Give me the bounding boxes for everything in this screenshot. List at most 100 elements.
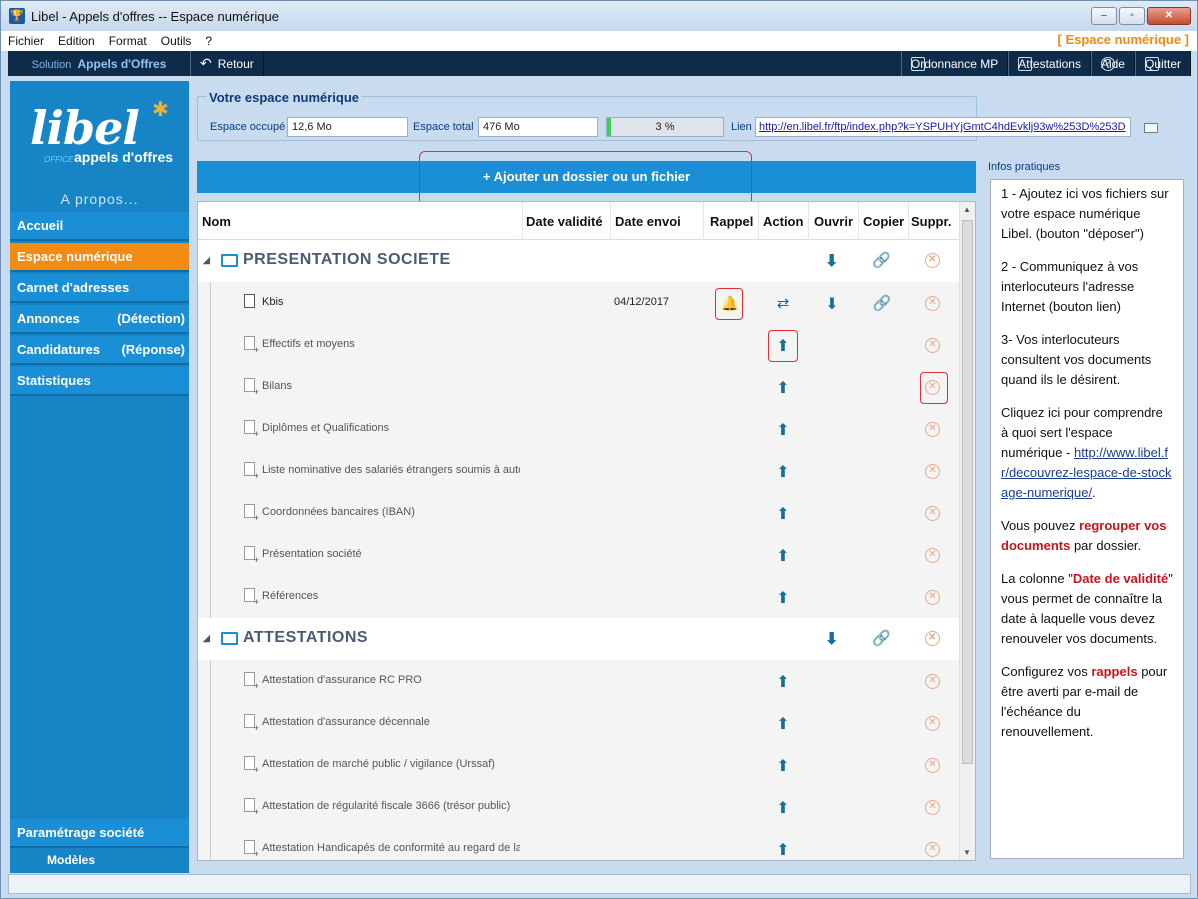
- menu-outils[interactable]: Outils: [154, 34, 199, 48]
- upload-icon[interactable]: ⬆: [773, 588, 793, 608]
- table-row[interactable]: Liste nominative des salariés étrangers …: [198, 450, 960, 492]
- nav-modeles[interactable]: Modèles: [10, 848, 189, 873]
- logo-office: OFFICE: [44, 155, 74, 164]
- nav-candidatures[interactable]: Candidatures (Réponse): [10, 336, 189, 365]
- nav-annonces[interactable]: Annonces (Détection): [10, 305, 189, 334]
- delete-icon[interactable]: ✕: [925, 338, 940, 353]
- scroll-down-icon[interactable]: ▼: [963, 848, 971, 857]
- collapse-icon[interactable]: ◢: [203, 255, 210, 266]
- nav-espace-numerique[interactable]: Espace numérique: [10, 243, 189, 272]
- occupe-field[interactable]: 12,6 Mo: [287, 117, 408, 137]
- delete-icon[interactable]: ✕: [925, 253, 940, 268]
- col-ouvrir[interactable]: Ouvrir: [814, 214, 853, 229]
- printer-icon: [1018, 56, 1033, 71]
- table-row[interactable]: Attestation d'assurance RC PRO ⬆ ✕: [198, 660, 960, 702]
- info-step-2: 2 - Communiquez à vos interlocuteurs l'a…: [1001, 259, 1139, 314]
- quitter-button[interactable]: Quitter: [1134, 51, 1191, 76]
- download-icon[interactable]: ⬇: [822, 294, 842, 314]
- upload-icon[interactable]: ⬆: [773, 840, 793, 860]
- collapse-icon[interactable]: ◢: [203, 633, 210, 644]
- nav-parametrage[interactable]: Paramétrage société: [10, 819, 189, 848]
- menu-help[interactable]: ?: [198, 34, 219, 48]
- download-icon[interactable]: ⬇: [822, 251, 842, 271]
- attestations-button[interactable]: Attestations: [1008, 51, 1091, 76]
- scroll-up-icon[interactable]: ▲: [963, 205, 971, 214]
- col-copier[interactable]: Copier: [863, 214, 904, 229]
- delete-icon[interactable]: ✕: [925, 296, 940, 311]
- upload-icon[interactable]: ⬆: [773, 756, 793, 776]
- link-icon[interactable]: 🔗: [872, 629, 892, 647]
- upload-icon[interactable]: ⬆: [773, 672, 793, 692]
- table-scrollbar[interactable]: ▲ ▼: [959, 202, 975, 860]
- table-row[interactable]: Coordonnées bancaires (IBAN) ⬆ ✕: [198, 492, 960, 534]
- table-row[interactable]: Attestation Handicapés de conformité au …: [198, 828, 960, 860]
- scroll-thumb[interactable]: [962, 220, 973, 764]
- close-button[interactable]: ✕: [1147, 7, 1191, 25]
- menu-edition[interactable]: Edition: [51, 34, 102, 48]
- col-nom[interactable]: Nom: [202, 214, 231, 229]
- apropos-link[interactable]: A propos...: [10, 191, 189, 207]
- file-name: Attestation Handicapés de conformité au …: [262, 842, 520, 854]
- delete-icon[interactable]: ✕: [925, 464, 940, 479]
- upload-icon[interactable]: ⬆: [773, 714, 793, 734]
- delete-icon[interactable]: ✕: [925, 800, 940, 815]
- file-name: Bilans: [262, 380, 292, 392]
- minimize-button[interactable]: ‒: [1091, 7, 1117, 25]
- logo-text: libel: [30, 101, 140, 155]
- info-rappels: Configurez vos rappels pour être averti …: [1001, 664, 1168, 739]
- folder-row[interactable]: ◢ PRESENTATION SOCIETE ⬇ 🔗 ✕: [198, 240, 960, 282]
- delete-icon[interactable]: ✕: [925, 590, 940, 605]
- delete-icon[interactable]: ✕: [925, 506, 940, 521]
- table-row[interactable]: Effectifs et moyens⬆✕: [198, 324, 960, 366]
- table-row[interactable]: Références ⬆ ✕: [198, 576, 960, 618]
- add-file-icon: [244, 504, 259, 523]
- infos-header: Infos pratiques: [988, 161, 1061, 173]
- upload-icon[interactable]: ⬆: [773, 546, 793, 566]
- lien-label: Lien: [731, 121, 752, 133]
- mail-icon[interactable]: [1144, 123, 1158, 133]
- upload-icon[interactable]: ⬆: [773, 420, 793, 440]
- link-icon[interactable]: 🔗: [872, 294, 892, 312]
- add-button-highlight: [419, 151, 752, 206]
- table-row[interactable]: Présentation société ⬆ ✕: [198, 534, 960, 576]
- link-icon[interactable]: 🔗: [872, 251, 892, 269]
- refresh-icon[interactable]: ⇄: [773, 294, 793, 312]
- document-icon: [244, 294, 255, 308]
- lien-field[interactable]: http://en.libel.fr/ftp/index.php?k=YSPUH…: [755, 117, 1131, 137]
- delete-icon[interactable]: ✕: [925, 674, 940, 689]
- table-row[interactable]: Attestation de régularité fiscale 3666 (…: [198, 786, 960, 828]
- upload-icon[interactable]: ⬆: [773, 462, 793, 482]
- menu-fichier[interactable]: Fichier: [1, 34, 51, 48]
- menu-format[interactable]: Format: [102, 34, 154, 48]
- total-field[interactable]: 476 Mo: [478, 117, 598, 137]
- upload-icon[interactable]: ⬆: [773, 798, 793, 818]
- nav-statistiques[interactable]: Statistiques: [10, 367, 189, 396]
- table-row[interactable]: Attestation de marché public / vigilance…: [198, 744, 960, 786]
- folder-row[interactable]: ◢ ATTESTATIONS ⬇ 🔗 ✕: [198, 618, 960, 660]
- nav-accueil[interactable]: Accueil: [10, 212, 189, 241]
- table-row[interactable]: Attestation d'assurance décennale ⬆ ✕: [198, 702, 960, 744]
- trophy-icon: 🏆: [9, 8, 25, 24]
- delete-icon[interactable]: ✕: [925, 716, 940, 731]
- col-date-envoi[interactable]: Date envoi: [615, 214, 681, 229]
- delete-icon[interactable]: ✕: [925, 631, 940, 646]
- delete-icon[interactable]: ✕: [925, 422, 940, 437]
- col-action[interactable]: Action: [763, 214, 803, 229]
- col-suppr[interactable]: Suppr.: [911, 214, 951, 229]
- upload-icon[interactable]: ⬆: [773, 504, 793, 524]
- table-row[interactable]: Bilans⬆✕: [198, 366, 960, 408]
- ordonnance-button[interactable]: Ordonnance MP: [900, 51, 1009, 76]
- maximize-button[interactable]: ▫: [1119, 7, 1145, 25]
- table-row[interactable]: Diplômes et Qualifications ⬆ ✕: [198, 408, 960, 450]
- download-icon[interactable]: ⬇: [822, 629, 842, 649]
- nav-carnet-adresses[interactable]: Carnet d'adresses: [10, 274, 189, 303]
- table-row[interactable]: Kbis 04/12/2017 🔔 ⇄ ⬇ 🔗 ✕: [198, 282, 960, 324]
- upload-icon[interactable]: ⬆: [773, 378, 793, 398]
- delete-icon[interactable]: ✕: [925, 548, 940, 563]
- aide-button[interactable]: ? Aide: [1090, 51, 1135, 76]
- col-date-validite[interactable]: Date validité: [526, 214, 603, 229]
- retour-button[interactable]: ↶ Retour: [190, 51, 264, 76]
- delete-icon[interactable]: ✕: [925, 758, 940, 773]
- delete-icon[interactable]: ✕: [925, 842, 940, 857]
- col-rappel[interactable]: Rappel: [710, 214, 753, 229]
